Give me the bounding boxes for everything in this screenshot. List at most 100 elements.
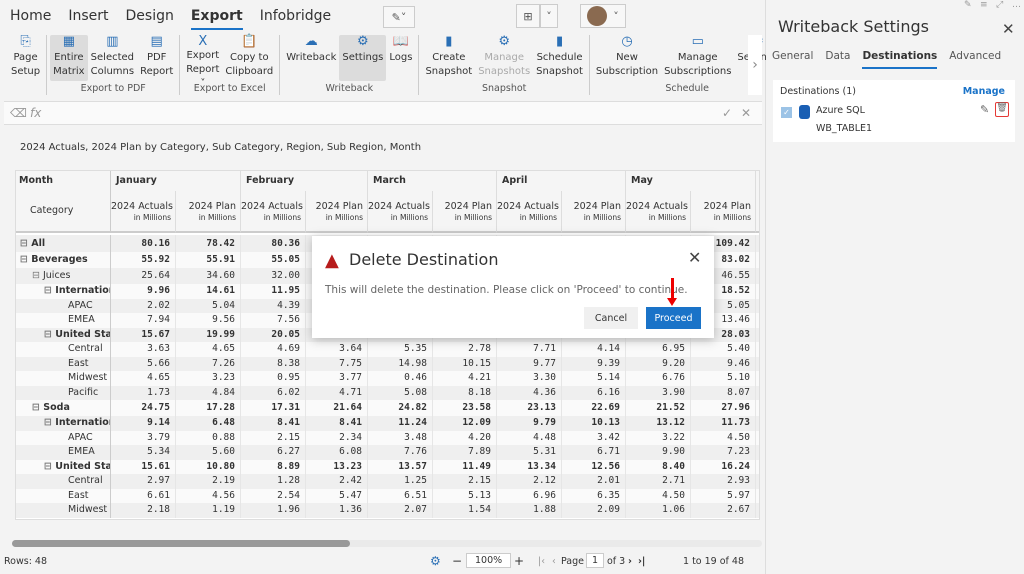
table-cell: 13.57 (368, 459, 433, 474)
tab-export[interactable]: Export (190, 8, 243, 30)
last-page-button[interactable]: ›| (638, 556, 645, 567)
create-snapshot-button[interactable]: ▮ Create Snapshot (422, 35, 475, 81)
proceed-button[interactable]: Proceed (646, 307, 701, 329)
scrollbar-thumb[interactable] (12, 540, 350, 547)
expand-icon[interactable]: ⤢ (996, 0, 1003, 10)
collapse-icon[interactable]: ⊟ (44, 285, 55, 296)
cancel-icon[interactable]: ✕ (741, 106, 751, 120)
zoom-input[interactable]: 100% (466, 553, 512, 568)
tab-home[interactable]: Home (10, 8, 51, 30)
user-menu[interactable]: ˅ (580, 4, 626, 28)
table-cell: 9.39 (562, 356, 626, 371)
manage-subscriptions-button[interactable]: ▭ Manage Subscriptions (661, 35, 734, 81)
panel-tab-general[interactable]: General (772, 50, 813, 69)
add-comment-button[interactable]: ⊞ (516, 4, 540, 28)
cancel-button[interactable]: Cancel (584, 307, 638, 329)
logs--button[interactable]: 📖 Logs (386, 35, 415, 81)
row-header[interactable]: ⊟ All (16, 235, 111, 252)
table-cell: 4.65 (111, 371, 176, 386)
writeback--button[interactable]: ☁ Writeback (283, 35, 339, 81)
schedule-snapshot-button[interactable]: ▮ Schedule Snapshot (533, 35, 586, 81)
row-header[interactable]: ⊟ Soda (16, 400, 111, 416)
measure-name: 2024 Actuals (626, 201, 688, 212)
measure-unit: in Millions (519, 213, 557, 222)
manage-snapshots-button[interactable]: ⚙ Manage Snapshots (475, 35, 533, 81)
panel-tab-advanced[interactable]: Advanced (949, 50, 1001, 69)
table-cell: 17.31 (241, 400, 306, 416)
table-cell: 4.39 (241, 298, 306, 313)
new-subscription-button[interactable]: ◷ New Subscription (593, 35, 661, 81)
collapse-icon[interactable]: ⊟ (20, 254, 31, 265)
table-cell: 1.88 (497, 503, 562, 518)
entire-matrix-button[interactable]: ▦ Entire Matrix (50, 34, 88, 81)
collapse-icon[interactable]: ⊟ (32, 270, 43, 281)
collapse-icon[interactable]: ⊟ (32, 402, 43, 413)
gear-icon[interactable]: ⚙ (430, 554, 441, 568)
measure-name: 2024 Plan (573, 201, 621, 212)
button-label-line2: Clipboard (225, 66, 274, 77)
zoom-out-button[interactable]: − (452, 554, 462, 568)
export-report--button[interactable]: X Export Report ˅ (183, 35, 222, 90)
horizontal-scrollbar[interactable] (12, 540, 762, 547)
destination-checkbox[interactable]: ✓ (781, 107, 792, 118)
row-header[interactable]: ⊟ Juices (16, 268, 111, 284)
table-cell: 11.49 (433, 459, 497, 474)
row-header[interactable]: ⊟ United States (16, 459, 111, 474)
measure-name: 2024 Actuals (497, 201, 559, 212)
table-cell: 22.69 (562, 400, 626, 416)
selected-columns-button[interactable]: ▥ Selected Columns (88, 35, 138, 81)
manage-link[interactable]: Manage (963, 86, 1005, 97)
confirm-icon[interactable]: ✓ (722, 106, 732, 120)
table-cell: 4.14 (562, 342, 626, 357)
row-header[interactable]: ⊟ United States (16, 327, 111, 342)
table-cell-overflow (756, 327, 759, 342)
table-cell-overflow (756, 416, 759, 431)
edit-icon[interactable]: ✎ (980, 103, 989, 116)
grid-icon: ▦ (62, 34, 75, 49)
collapse-icon[interactable]: ⊟ (44, 417, 55, 428)
schedule-snapshot-icon: ▮ (555, 34, 564, 49)
collapse-icon[interactable]: ⊟ (44, 461, 55, 472)
formula-bar[interactable]: ⌫ fx ✓ ✕ (4, 101, 762, 125)
table-cell-overflow (756, 268, 759, 284)
collapse-icon[interactable]: ⊟ (44, 329, 55, 340)
copy-to-clipboard-button[interactable]: 📋 Copy to Clipboard (222, 35, 276, 81)
edit-mode-button[interactable]: ✎˅ (383, 6, 415, 28)
table-cell: 16.24 (691, 459, 756, 474)
filter-icon[interactable]: ≡ (980, 0, 988, 10)
next-page-button[interactable]: › (628, 556, 632, 567)
close-icon[interactable]: ✕ (688, 248, 701, 267)
collapse-icon[interactable]: ⊟ (20, 238, 31, 249)
tab-insert[interactable]: Insert (68, 8, 108, 30)
measure-unit: in Millions (390, 213, 428, 222)
pdf-report-button[interactable]: ▤ PDF Report (137, 35, 176, 81)
tab-infobridge[interactable]: Infobridge (260, 8, 331, 30)
panel-tab-destinations[interactable]: Destinations (862, 50, 938, 69)
panel-tab-data[interactable]: Data (825, 50, 850, 69)
row-header: Midwest (16, 371, 111, 386)
gear-icon: ⚙ (498, 34, 511, 49)
prev-page-button[interactable]: ‹ (552, 556, 556, 567)
eraser-icon[interactable]: ⌫ (10, 106, 27, 120)
more-icon[interactable]: … (1012, 0, 1021, 10)
table-cell: 2.78 (433, 342, 497, 357)
comment-dropdown[interactable]: ˅ (540, 4, 558, 28)
row-label: Midwest (68, 372, 108, 383)
settings--button[interactable]: ⚙ Settings (339, 35, 387, 81)
ribbon-scroll-right[interactable]: › (748, 35, 762, 95)
close-icon[interactable]: ✕ (1002, 20, 1015, 38)
page-input[interactable]: 1 (586, 553, 605, 568)
trash-icon[interactable]: 🗑 (995, 102, 1009, 117)
table-cell-overflow (756, 284, 759, 299)
row-header[interactable]: ⊟ International (16, 284, 111, 299)
tab-design[interactable]: Design (126, 8, 174, 30)
row-header[interactable]: ⊟ International (16, 416, 111, 431)
pin-icon[interactable]: ✎ (964, 0, 972, 10)
page-setup-button[interactable]: ⎘ Page Setup (8, 35, 43, 81)
zoom-in-button[interactable]: + (514, 554, 524, 568)
measure-column-header: 2024 Plan in Millions (433, 191, 497, 233)
month-column-header: J (756, 171, 759, 191)
first-page-button[interactable]: |‹ (538, 556, 545, 567)
row-header[interactable]: ⊟ Beverages (16, 252, 111, 268)
table-cell: 3.30 (497, 371, 562, 386)
